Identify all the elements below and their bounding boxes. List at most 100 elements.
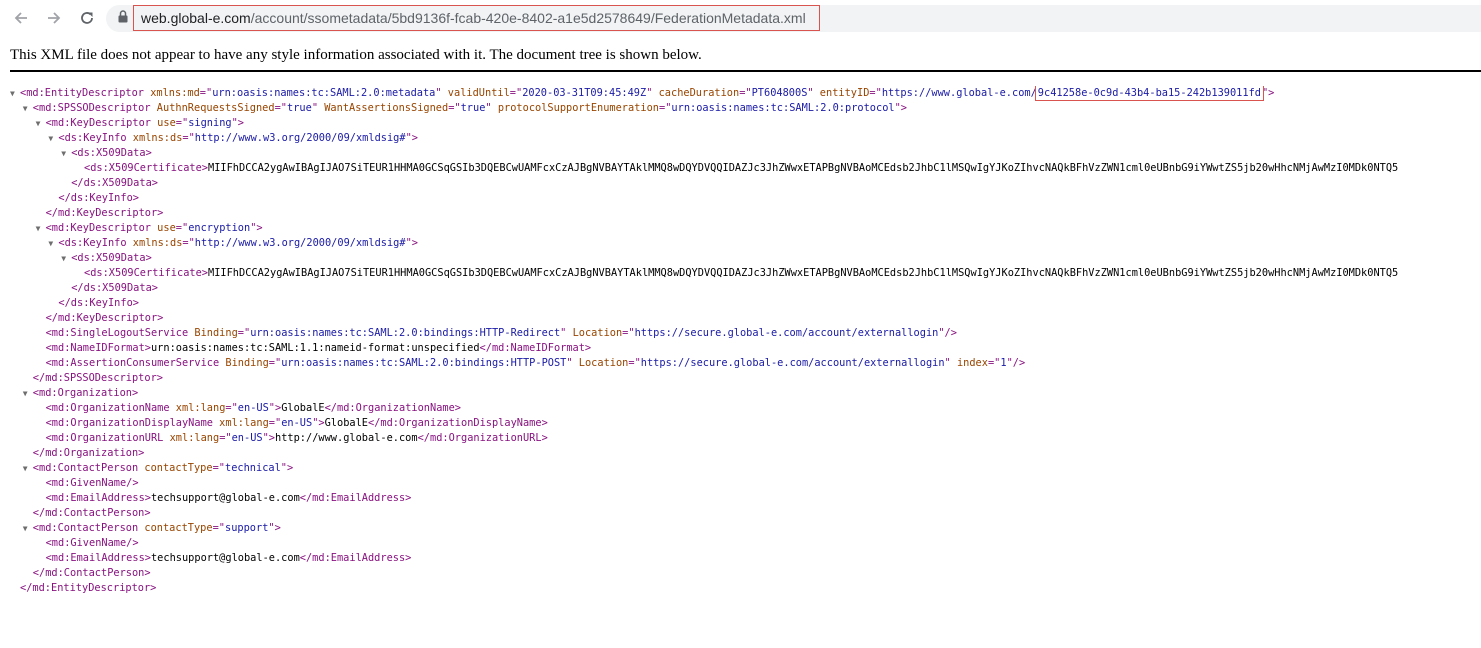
xml-token: =": [268, 357, 282, 369]
xml-token: =": [212, 462, 225, 474]
xml-token: https://www.global-e.com/: [881, 87, 1037, 99]
collapse-toggle-icon[interactable]: ▼: [36, 221, 44, 236]
xml-token: </md:KeyDescriptor>: [45, 207, 164, 219]
xml-token: ">: [405, 237, 418, 249]
xml-token: Location: [566, 327, 623, 339]
xml-token: <md:ContactPerson: [32, 462, 139, 474]
forward-arrow-icon: [48, 12, 61, 24]
xml-line: <md:SPSSODescriptor AuthnRequestsSigned=…: [33, 101, 907, 116]
xml-line: <ds:X509Data>: [71, 146, 152, 161]
xml-token: </md:ContactPerson>: [32, 507, 151, 519]
collapse-toggle-icon[interactable]: ▼: [10, 86, 18, 101]
collapse-toggle-icon[interactable]: ▼: [23, 101, 31, 116]
xml-line: </md:ContactPerson>: [33, 506, 151, 521]
xml-token: http://www.w3.org/2000/09/xmldsig#: [194, 237, 406, 249]
xml-line: <md:GivenName/>: [46, 536, 139, 551]
xml-line: </md:KeyDescriptor>: [46, 311, 164, 326]
xml-token: =": [212, 522, 225, 534]
collapse-toggle-icon[interactable]: ▼: [48, 236, 56, 251]
xml-token: =": [225, 402, 238, 414]
xml-token: MIIFhDCCA2ygAwIBAgIJAO7SiTEUR1HHMA0GCSqG…: [208, 162, 1399, 174]
xml-token: </md:Organization>: [32, 447, 145, 459]
xml-line: <md:EntityDescriptor xmlns:md="urn:oasis…: [20, 86, 1274, 101]
xml-token: https://secure.global-e.com/account/exte…: [634, 327, 939, 339]
back-button[interactable]: [8, 6, 34, 30]
xml-token: support: [225, 522, 269, 534]
reload-button[interactable]: [74, 6, 100, 30]
xml-token: "/>: [1006, 357, 1026, 369]
xml-token: xmlns:ds: [126, 237, 183, 249]
xml-token: ">: [268, 522, 281, 534]
xml-token: </md:EmailAddress>: [299, 552, 412, 564]
collapse-toggle-icon[interactable]: ▼: [61, 251, 69, 266]
xml-token: xml:lang: [163, 432, 220, 444]
xml-token: 2020-03-31T09:45:49Z: [522, 87, 647, 99]
xml-line: <md:AssertionConsumerService Binding="ur…: [46, 356, 1026, 371]
xml-token: =": [869, 87, 882, 99]
url-path: /account/ssometadata/5bd9136f-fcab-420e-…: [250, 10, 806, 26]
xml-document-tree: ▼ <md:EntityDescriptor xmlns:md="urn:oasi…: [0, 86, 1481, 606]
xml-token: <md:NameIDFormat>: [45, 342, 151, 354]
xml-token: <ds:X509Data>: [71, 147, 152, 159]
xml-line: <md:KeyDescriptor use="encryption">: [46, 221, 263, 236]
xml-line: <md:GivenName/>: [46, 476, 139, 491]
browser-toolbar: web.global-e.com/account/ssometadata/5bd…: [0, 0, 1481, 37]
xml-token: contactType: [138, 462, 213, 474]
xml-token: <ds:X509Certificate>: [84, 162, 208, 174]
xml-token: protocolSupportEnumeration: [491, 102, 660, 114]
xml-token: =": [622, 327, 635, 339]
xml-line: <md:KeyDescriptor use="signing">: [46, 116, 244, 131]
xml-token: xmlns:ds: [126, 132, 183, 144]
collapse-toggle-icon[interactable]: ▼: [48, 131, 56, 146]
xml-line: <md:Organization>: [33, 386, 138, 401]
xml-token: use: [150, 222, 176, 234]
collapse-toggle-icon[interactable]: ▼: [23, 521, 31, 536]
xml-token: technical: [225, 462, 281, 474]
xml-token: PT604800S: [751, 87, 808, 99]
xml-token: </ds:KeyInfo>: [58, 192, 139, 204]
xml-token: ">: [312, 417, 325, 429]
url-text[interactable]: web.global-e.com/account/ssometadata/5bd…: [133, 5, 820, 31]
xml-token: <md:OrganizationName: [45, 402, 170, 414]
xml-token: =": [219, 432, 232, 444]
xml-token: techsupport@global-e.com: [150, 552, 300, 564]
collapse-toggle-icon[interactable]: ▼: [61, 146, 69, 161]
xml-token: <md:KeyDescriptor: [45, 117, 151, 129]
xml-token: <md:SPSSODescriptor: [32, 102, 151, 114]
xml-token: <md:EmailAddress>: [45, 492, 151, 504]
xml-token: true: [287, 102, 312, 114]
xml-token: urn:oasis:names:tc:SAML:2.0:protocol: [671, 102, 895, 114]
xml-token: xml:lang: [169, 402, 226, 414]
xml-token: </md:ContactPerson>: [32, 567, 151, 579]
back-arrow-icon: [14, 12, 27, 24]
xml-line: <ds:KeyInfo xmlns:ds="http://www.w3.org/…: [58, 236, 418, 251]
xml-token: WantAssertionsSigned: [318, 102, 449, 114]
xml-line: <md:EmailAddress>techsupport@global-e.co…: [46, 551, 412, 566]
xml-token: "/>: [938, 327, 957, 339]
xml-line: </md:ContactPerson>: [33, 566, 151, 581]
collapse-toggle-icon[interactable]: ▼: [23, 386, 31, 401]
xml-line: </ds:KeyInfo>: [58, 296, 139, 311]
xml-token: <ds:KeyInfo: [58, 237, 127, 249]
xml-token: <md:SingleLogoutService: [45, 327, 189, 339]
xml-token: <md:Organization>: [32, 387, 139, 399]
forward-button[interactable]: [41, 6, 67, 30]
xml-token: =": [237, 327, 251, 339]
lock-icon[interactable]: [118, 10, 128, 28]
xml-token: GlobalE: [281, 402, 325, 414]
xml-token: entityID: [813, 87, 870, 99]
xml-line: </md:KeyDescriptor>: [46, 206, 164, 221]
xml-token: =": [182, 237, 195, 249]
xml-token: ">: [250, 222, 263, 234]
xml-token: cacheDuration: [652, 87, 740, 99]
xml-token: http://www.global-e.com: [275, 432, 418, 444]
entity-id-highlight: 9c41258e-0c9d-43b4-ba15-242b139011fd: [1034, 86, 1264, 101]
xml-token: =": [628, 357, 641, 369]
xml-token: encryption: [188, 222, 251, 234]
collapse-toggle-icon[interactable]: ▼: [36, 116, 44, 131]
xml-token: </md:OrganizationDisplayName>: [368, 417, 548, 429]
notice-divider: [10, 70, 1481, 72]
xml-line: <ds:KeyInfo xmlns:ds="http://www.w3.org/…: [58, 131, 418, 146]
collapse-toggle-icon[interactable]: ▼: [23, 461, 31, 476]
xml-token: </md:EntityDescriptor>: [20, 582, 157, 594]
